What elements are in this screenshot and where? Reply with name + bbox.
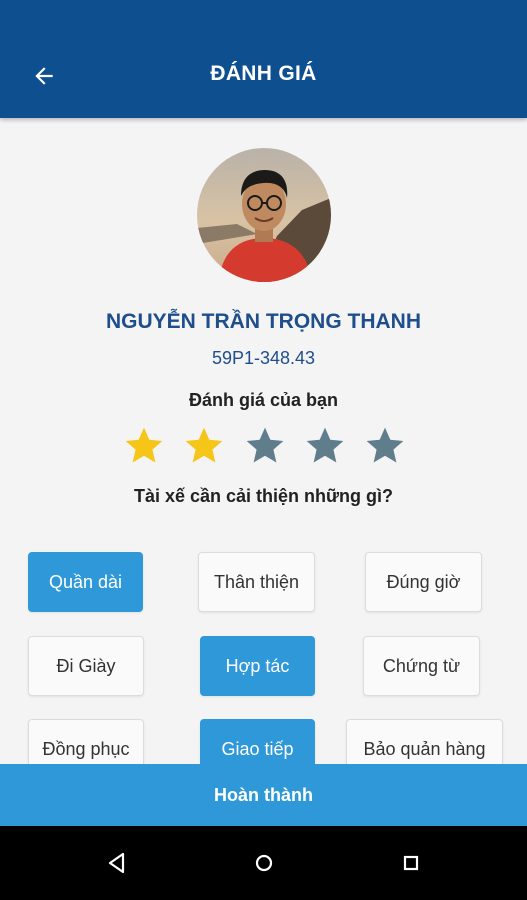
back-triangle-icon[interactable] — [102, 848, 132, 878]
option-label: Quần dài — [48, 571, 123, 592]
star-empty-icon[interactable] — [363, 424, 407, 468]
driver-avatar — [197, 148, 331, 282]
improvement-question: Tài xế cần cải thiện những gì? — [133, 486, 394, 506]
star-empty-icon[interactable] — [303, 424, 347, 468]
star-empty-icon[interactable] — [243, 424, 287, 468]
option-bao-quan-hang[interactable]: Bảo quản hàng — [346, 719, 503, 764]
option-giao-tiep[interactable]: Giao tiếp — [200, 719, 315, 764]
option-chung-tu[interactable]: Chứng từ — [363, 636, 480, 696]
option-hop-tac[interactable]: Hợp tác — [200, 636, 315, 696]
rating-label: Đánh giá của bạn — [188, 390, 339, 410]
system-nav-bar — [0, 826, 527, 900]
option-label: Đi Giày — [56, 655, 116, 676]
recents-square-icon[interactable] — [396, 848, 426, 878]
option-label: Chứng từ — [382, 655, 461, 676]
page-title: ĐÁNH GIÁ — [210, 62, 317, 85]
option-label: Đồng phục — [42, 738, 130, 759]
option-label: Thân thiện — [213, 571, 300, 592]
option-di-giay[interactable]: Đi Giày — [28, 636, 144, 696]
option-dong-phuc[interactable]: Đồng phục — [28, 719, 144, 764]
star-rating — [122, 424, 407, 468]
option-than-thien[interactable]: Thân thiện — [198, 552, 315, 612]
option-dung-gio[interactable]: Đúng giờ — [365, 552, 482, 612]
option-label: Giao tiếp — [221, 738, 294, 759]
option-label: Đúng giờ — [386, 571, 461, 592]
finish-button[interactable]: Hoàn thành — [0, 764, 527, 826]
rating-content: NGUYỄN TRẦN TRỌNG THANH 59P1-348.43 Đánh… — [0, 118, 527, 764]
app-bar: ĐÁNH GIÁ — [0, 0, 527, 118]
license-plate: 59P1-348.43 — [211, 348, 316, 368]
option-label: Bảo quản hàng — [363, 738, 486, 759]
home-circle-icon[interactable] — [249, 848, 279, 878]
star-filled-icon[interactable] — [122, 424, 166, 468]
star-filled-icon[interactable] — [182, 424, 226, 468]
option-quan-dai[interactable]: Quần dài — [28, 552, 143, 612]
finish-button-label: Hoàn thành — [214, 784, 313, 805]
option-label: Hợp tác — [225, 655, 290, 676]
driver-name: NGUYỄN TRẦN TRỌNG THANH — [106, 310, 421, 333]
